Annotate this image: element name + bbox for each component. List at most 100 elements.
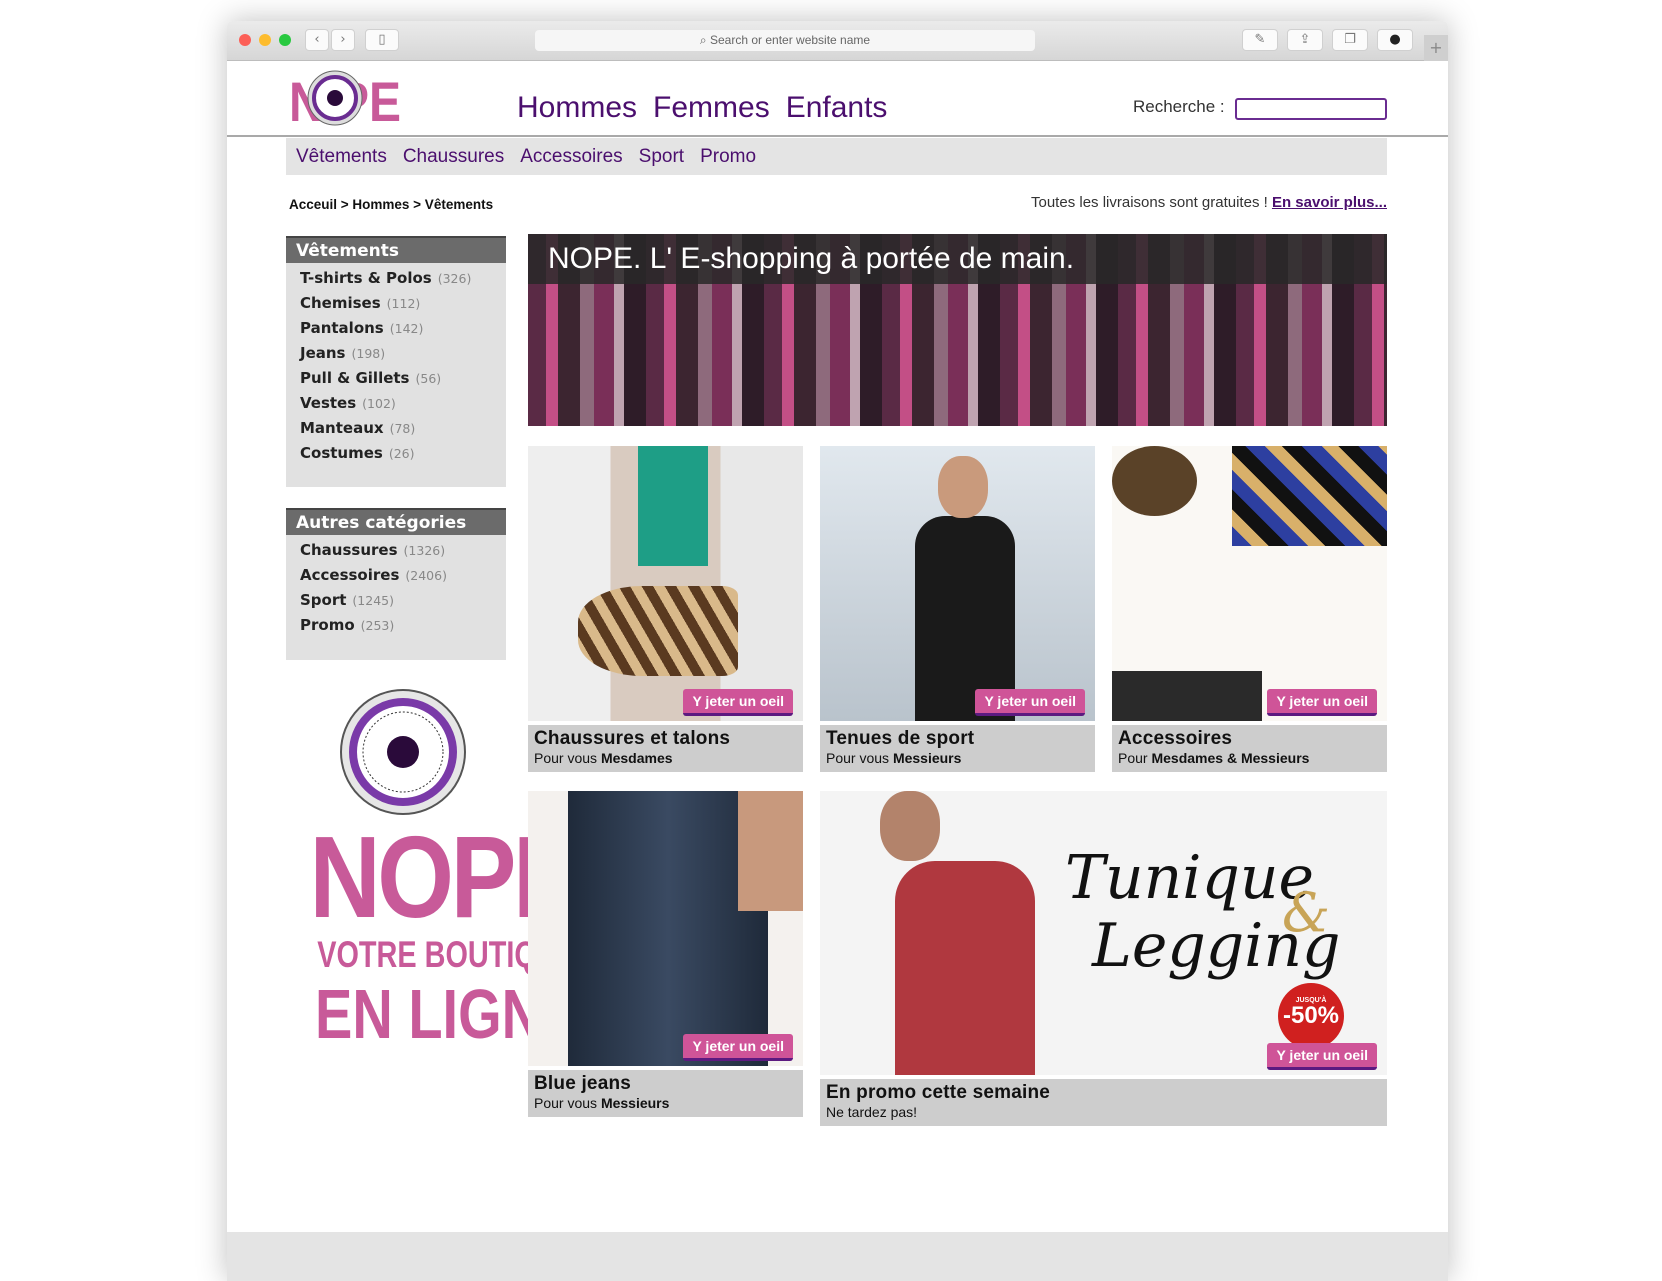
sidebar-item-label: Sport	[300, 591, 347, 609]
card-subtitle: Pour vous Messieurs	[534, 1095, 670, 1111]
sidebar-item[interactable]: Chemises (112)	[286, 291, 506, 316]
sidebar-item-count: (26)	[388, 446, 415, 461]
nav-femmes[interactable]: Femmes	[653, 91, 770, 124]
look-button[interactable]: Y jeter un oeil	[975, 689, 1085, 716]
shipping-text: Toutes les livraisons sont gratuites !	[1031, 194, 1272, 211]
promo-subtitle: Ne tardez pas!	[826, 1104, 918, 1120]
card-subtitle: Pour vous Mesdames	[534, 750, 673, 766]
browser-window: ‹ › ▯ ⌕ Search or enter website name ✎ ⇪…	[227, 21, 1448, 1281]
sidebar-item[interactable]: Vestes (102)	[286, 391, 506, 416]
look-button[interactable]: Y jeter un oeil	[683, 689, 793, 716]
look-button[interactable]: Y jeter un oeil	[683, 1034, 793, 1061]
card-image: Y jeter un oeil	[820, 446, 1095, 721]
sidebar-item[interactable]: Jeans (198)	[286, 341, 506, 366]
maximize-button[interactable]	[279, 34, 291, 46]
card-title: Accessoires	[1118, 728, 1233, 749]
promo-image: Tunique & Legging JUSQU'À -50% Y jeter u…	[820, 791, 1387, 1075]
nav-enfants[interactable]: Enfants	[786, 91, 888, 124]
search-input[interactable]	[1235, 98, 1387, 120]
sidebar-item-count: (2406)	[405, 568, 447, 583]
sidebar-item[interactable]: Promo (253)	[286, 613, 506, 638]
site-logo[interactable]: N PE	[289, 69, 401, 133]
sidebar-item-label: Promo	[300, 616, 355, 634]
sidebar-item-label: Accessoires	[300, 566, 400, 584]
subnav-chaussures[interactable]: Chaussures	[403, 146, 504, 167]
sidebar-autres: Autres catégories Chaussures (1326) Access…	[286, 508, 506, 660]
address-bar[interactable]: ⌕ Search or enter website name	[535, 30, 1035, 51]
subnav-accessoires[interactable]: Accessoires	[520, 146, 622, 167]
card-accessoires[interactable]: Y jeter un oeil Accessoires Pour Mesdames…	[1112, 446, 1387, 772]
card-image: Y jeter un oeil	[528, 446, 803, 721]
learn-more-link[interactable]: En savoir plus...	[1272, 194, 1387, 211]
footer-bar	[227, 1232, 1448, 1281]
sidebar-item-label: Manteaux	[300, 419, 384, 437]
breadcrumb[interactable]: Acceuil > Hommes > Vêtements	[289, 197, 493, 212]
main-nav: Hommes Femmes Enfants	[517, 91, 903, 125]
card-caption: Accessoires Pour Mesdames & Messieurs	[1112, 725, 1387, 772]
sidebar-item-label: Costumes	[300, 444, 383, 462]
header-divider	[227, 135, 1448, 137]
browser-toolbar: ‹ › ▯ ⌕ Search or enter website name ✎ ⇪…	[227, 21, 1448, 61]
card-image: Y jeter un oeil	[1112, 446, 1387, 721]
card-promo[interactable]: Tunique & Legging JUSQU'À -50% Y jeter u…	[820, 791, 1387, 1126]
sidebar-item[interactable]: Manteaux (78)	[286, 416, 506, 441]
card-caption: Blue jeans Pour vous Messieurs	[528, 1070, 803, 1117]
look-button[interactable]: Y jeter un oeil	[1267, 1043, 1377, 1070]
brand-tagline-2: EN LIGNE	[315, 975, 580, 1053]
card-jeans[interactable]: Y jeter un oeil Blue jeans Pour vous Mess…	[528, 791, 803, 1117]
sub-nav: Vêtements Chaussures Accessoires Sport Promo	[286, 138, 1387, 175]
sidebar-item-label: Chemises	[300, 294, 381, 312]
hero-banner[interactable]: NOPE. L' E-shopping à portée de main.	[528, 234, 1387, 426]
card-caption: Tenues de sport Pour vous Messieurs	[820, 725, 1095, 772]
card-title: Tenues de sport	[826, 728, 975, 749]
tabs-icon[interactable]: ❐	[1332, 29, 1368, 51]
card-title: Chaussures et talons	[534, 728, 731, 749]
sidebar-item-count: (142)	[389, 321, 424, 336]
sidebar-item-count: (1326)	[403, 543, 446, 558]
card-sport[interactable]: Y jeter un oeil Tenues de sport Pour vous…	[820, 446, 1095, 772]
subnav-promo[interactable]: Promo	[700, 146, 756, 167]
sidebar-icon[interactable]: ▯	[365, 29, 399, 51]
sidebar-item[interactable]: Pull & Gillets (56)	[286, 366, 506, 391]
close-button[interactable]	[239, 34, 251, 46]
card-chaussures[interactable]: Y jeter un oeil Chaussures et talons Pour…	[528, 446, 803, 772]
nav-hommes[interactable]: Hommes	[517, 91, 637, 124]
sidebar-item-count: (198)	[351, 346, 386, 361]
sidebar-item[interactable]: T-shirts & Polos (326)	[286, 266, 506, 291]
new-tab-button[interactable]: +	[1424, 35, 1448, 61]
card-subtitle: Pour vous Messieurs	[826, 750, 962, 766]
forward-icon[interactable]: ›	[331, 29, 355, 51]
card-caption: Chaussures et talons Pour vous Mesdames	[528, 725, 803, 772]
promo-caption: En promo cette semaine Ne tardez pas!	[820, 1079, 1387, 1126]
sidebar-item[interactable]: Costumes (26)	[286, 441, 506, 466]
subnav-vetements[interactable]: Vêtements	[296, 146, 387, 167]
shipping-notice: Toutes les livraisons sont gratuites ! E…	[1031, 194, 1387, 211]
sidebar-item[interactable]: Accessoires (2406)	[286, 563, 506, 588]
sidebar-item-count: (56)	[415, 371, 442, 386]
sidebar-item-label: Pantalons	[300, 319, 384, 337]
banner-title: NOPE. L' E-shopping à portée de main.	[528, 234, 1387, 284]
promo-image-title-2: Legging	[1092, 911, 1341, 981]
sidebar-item[interactable]: Sport (1245)	[286, 588, 506, 613]
sidebar-vetements: Vêtements T-shirts & Polos (326) Chemises (…	[286, 236, 506, 487]
look-button[interactable]: Y jeter un oeil	[1267, 689, 1377, 716]
sidebar-item-count: (253)	[360, 618, 395, 633]
download-icon[interactable]: ●	[1377, 29, 1413, 51]
tools-icon[interactable]: ✎	[1242, 29, 1278, 51]
promo-title: En promo cette semaine	[826, 1082, 1051, 1103]
sidebar-item-label: Jeans	[300, 344, 346, 362]
sidebar-title: Autres catégories	[286, 508, 506, 535]
sidebar-item-label: Vestes	[300, 394, 357, 412]
sidebar-item[interactable]: Pantalons (142)	[286, 316, 506, 341]
sidebar-item-count: (326)	[437, 271, 472, 286]
sidebar-item-count: (78)	[389, 421, 416, 436]
share-icon[interactable]: ⇪	[1287, 29, 1323, 51]
minimize-button[interactable]	[259, 34, 271, 46]
card-image: Y jeter un oeil	[528, 791, 803, 1066]
brand-name: NOPE	[309, 812, 579, 942]
sidebar-item-label: Chaussures	[300, 541, 398, 559]
sidebar-item[interactable]: Chaussures (1326)	[286, 538, 506, 563]
back-icon[interactable]: ‹	[305, 29, 329, 51]
promo-image-title-1: Tunique	[1065, 843, 1315, 913]
subnav-sport[interactable]: Sport	[639, 146, 684, 167]
